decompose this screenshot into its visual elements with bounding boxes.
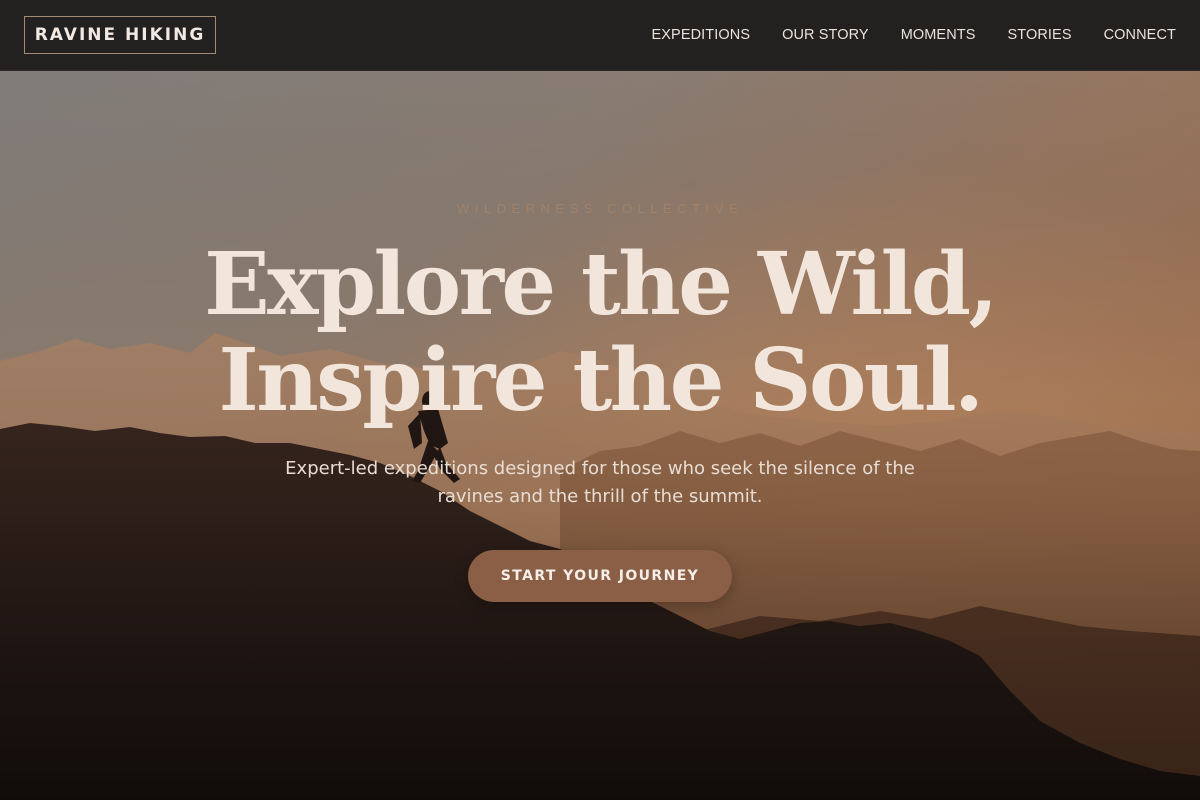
nav-link-moments[interactable]: MOMENTS (901, 27, 976, 43)
nav-link-stories[interactable]: STORIES (1008, 27, 1072, 43)
hero-headline-line-2: Inspire the Soul. (218, 330, 984, 431)
brand-logo[interactable]: RAVINE HIKING (24, 16, 216, 54)
start-journey-button[interactable]: START YOUR JOURNEY (468, 550, 732, 602)
nav-link-expeditions[interactable]: EXPEDITIONS (652, 27, 751, 43)
nav-link-connect[interactable]: CONNECT (1104, 27, 1176, 43)
top-navbar: RAVINE HIKING EXPEDITIONS OUR STORY MOME… (0, 0, 1200, 71)
main-nav: EXPEDITIONS OUR STORY MOMENTS STORIES CO… (652, 0, 1176, 70)
hero-section: WILDERNESS COLLECTIVE Explore the Wild, … (0, 71, 1200, 800)
hero-headline: Explore the Wild, Inspire the Soul. (0, 237, 1200, 429)
page: RAVINE HIKING EXPEDITIONS OUR STORY MOME… (0, 0, 1200, 800)
hero-content: WILDERNESS COLLECTIVE Explore the Wild, … (0, 71, 1200, 800)
hero-eyebrow: WILDERNESS COLLECTIVE (457, 201, 743, 216)
nav-link-our-story[interactable]: OUR STORY (782, 27, 869, 43)
hero-headline-line-1: Explore the Wild, (204, 234, 998, 335)
hero-subheadline: Expert-led expeditions designed for thos… (285, 458, 915, 507)
